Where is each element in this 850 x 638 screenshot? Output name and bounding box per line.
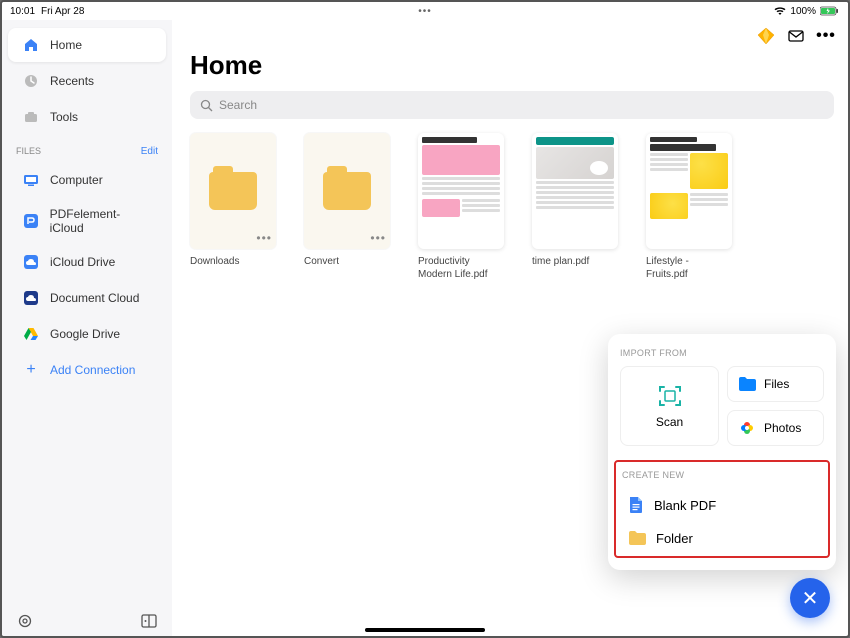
sidebar-item-label: Google Drive [50,327,120,341]
file-name: Productivity Modern Life.pdf [418,255,504,281]
files-edit-link[interactable]: Edit [141,146,158,157]
search-placeholder: Search [219,98,257,112]
search-icon [200,99,213,112]
sidebar-loc-icloud-drive[interactable]: iCloud Drive [8,245,166,279]
status-bar: 10:01 Fri Apr 28 ••• 100% [2,2,848,20]
sidebar: Home Recents Tools FILES Edit Computer PDFe… [2,20,172,636]
folder-thumb: ••• [190,133,276,249]
file-name: Convert [304,255,390,268]
add-connection[interactable]: + Add Connection [8,353,166,387]
import-scan-label: Scan [656,415,683,429]
sidebar-item-tools[interactable]: Tools [8,100,166,134]
file-tile[interactable]: Productivity Modern Life.pdf [418,133,504,281]
settings-icon[interactable] [16,612,34,630]
more-icon[interactable]: ••• [256,231,272,245]
status-time: 10:01 [10,6,35,17]
pdfelement-icon [22,212,40,230]
create-folder[interactable]: Folder [622,522,822,554]
add-popup: IMPORT FROM Scan Files Photos CREATE NEW… [608,334,836,570]
sidebar-loc-pdfelement-icloud[interactable]: PDFelement-iCloud [8,199,166,243]
file-name: Downloads [190,255,276,268]
computer-icon [22,171,40,189]
folder-thumb: ••• [304,133,390,249]
photos-icon [738,419,756,437]
battery-icon [820,6,840,16]
document-thumb [418,133,504,249]
gdrive-icon [22,325,40,343]
import-photos[interactable]: Photos [727,410,824,446]
multitask-dots[interactable]: ••• [418,6,432,17]
import-photos-label: Photos [764,421,801,435]
import-from-label: IMPORT FROM [620,348,824,358]
file-tile[interactable]: ••• Convert [304,133,390,281]
close-icon: ✕ [802,586,819,611]
document-thumb [532,133,618,249]
import-files[interactable]: Files [727,366,824,402]
import-files-label: Files [764,377,789,391]
plus-icon: + [22,361,40,379]
files-icon [738,376,756,392]
doccloud-icon [22,289,40,307]
sidebar-item-label: Tools [50,110,78,124]
add-connection-label: Add Connection [50,363,135,377]
sidebar-item-label: Document Cloud [50,291,139,305]
page-title: Home [190,50,834,81]
fab-close[interactable]: ✕ [790,578,830,618]
sidebar-item-recents[interactable]: Recents [8,64,166,98]
create-folder-label: Folder [656,531,693,546]
file-grid: ••• Downloads ••• Convert Productivity Moder… [190,133,834,281]
clock-icon [22,72,40,90]
layout-icon[interactable] [140,612,158,630]
scan-icon [657,383,683,409]
file-name: Lifestyle - Fruits.pdf [646,255,732,281]
sidebar-item-label: Computer [50,173,103,187]
tools-icon [22,108,40,126]
sidebar-loc-google-drive[interactable]: Google Drive [8,317,166,351]
more-icon[interactable]: ••• [370,231,386,245]
home-icon [22,36,40,54]
sidebar-loc-computer[interactable]: Computer [8,163,166,197]
create-new-label: CREATE NEW [622,470,822,480]
sidebar-item-label: Recents [50,74,94,88]
battery-pct: 100% [790,6,816,17]
document-thumb [646,133,732,249]
create-new-section: CREATE NEW Blank PDF Folder [614,460,830,558]
home-indicator[interactable] [365,628,485,632]
files-header: FILES Edit [2,136,172,161]
folder-icon [209,172,257,210]
sidebar-item-label: iCloud Drive [50,255,115,269]
sidebar-item-label: Home [50,38,82,52]
file-tile[interactable]: ••• Downloads [190,133,276,281]
sidebar-loc-document-cloud[interactable]: Document Cloud [8,281,166,315]
sidebar-item-label: PDFelement-iCloud [50,207,152,235]
files-header-label: FILES [16,146,41,157]
file-tile[interactable]: Lifestyle - Fruits.pdf [646,133,732,281]
create-blank-pdf[interactable]: Blank PDF [622,488,822,522]
sidebar-item-home[interactable]: Home [8,28,166,62]
icloud-icon [22,253,40,271]
document-icon [628,496,644,514]
import-scan[interactable]: Scan [620,366,719,446]
folder-icon [628,530,646,546]
file-name: time plan.pdf [532,255,618,268]
file-tile[interactable]: time plan.pdf [532,133,618,281]
status-date: Fri Apr 28 [41,6,84,17]
wifi-icon [774,6,786,16]
create-blank-pdf-label: Blank PDF [654,498,716,513]
search-input[interactable]: Search [190,91,834,119]
folder-icon [323,172,371,210]
